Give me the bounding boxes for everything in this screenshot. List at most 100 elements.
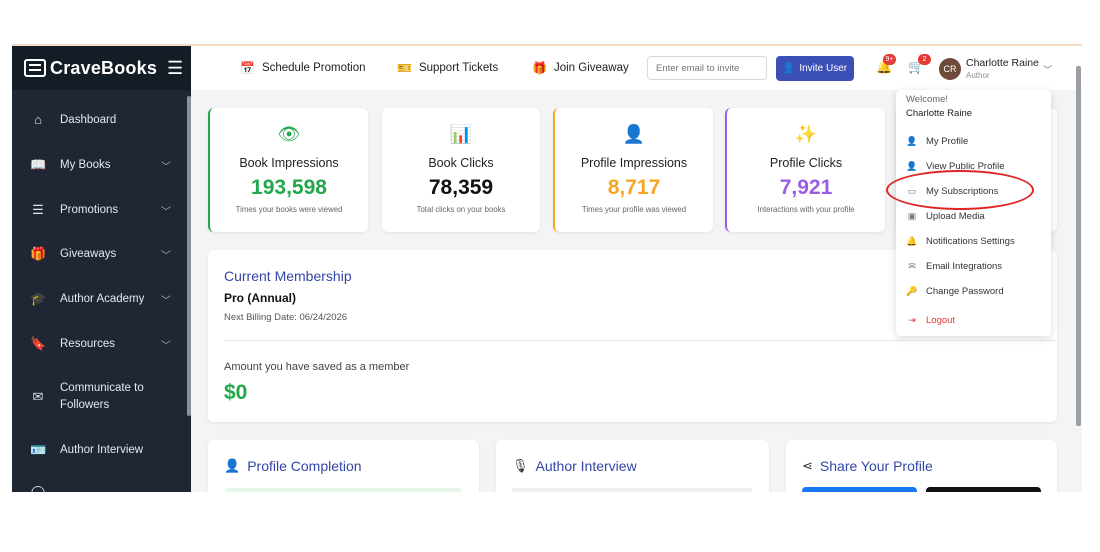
bookmark-icon: 🔖: [30, 336, 47, 351]
support-tickets-button[interactable]: 🎫 Support Tickets: [397, 61, 498, 75]
stat-card-profile-clicks: ✨ Profile Clicks 7,921 Interactions with…: [725, 108, 885, 232]
sidebar-item-dashboard[interactable]: ⌂ Dashboard: [12, 112, 191, 127]
chevron-down-icon[interactable]: ﹀: [1043, 63, 1052, 76]
stat-value: 8,717: [607, 176, 661, 199]
sidebar-item-label: Resources: [60, 338, 115, 350]
sidebar-item-label-wrap: Communicate to Followers: [60, 380, 144, 414]
main-scrollbar[interactable]: [1076, 66, 1081, 426]
x-share-button[interactable]: [926, 487, 1041, 492]
stat-value: 78,359: [428, 176, 494, 199]
menu-item-change-password[interactable]: 🔑 Change Password: [906, 286, 1004, 297]
divider: [224, 340, 1057, 341]
eye-icon: 👁: [277, 124, 301, 144]
sidebar-item-label: Author Interview: [60, 444, 144, 456]
stat-card-book-impressions: 👁 Book Impressions 193,598 Times your bo…: [208, 108, 368, 232]
join-giveaway-label: Join Giveaway: [553, 62, 629, 74]
stat-label: Profile Impressions: [580, 156, 688, 170]
key-icon: 🔑: [906, 286, 918, 296]
circle-icon: ◯: [30, 484, 46, 492]
chevron-down-icon: ﹀: [161, 250, 171, 262]
user-icon: 👤: [622, 124, 646, 144]
membership-plan: Pro (Annual): [224, 291, 296, 305]
sidebar-item-label: Communicate to: [60, 382, 144, 394]
dropdown-welcome: Welcome!: [906, 94, 949, 105]
user-name[interactable]: Charlotte Raine: [966, 57, 1039, 69]
profile-completion-label: Profile Completion: [247, 458, 362, 474]
stat-subtext: Interactions with your profile: [757, 205, 855, 214]
sidebar-item-author-interview[interactable]: 🪪 Author Interview: [12, 442, 191, 458]
sidebar-item-promotions[interactable]: ☰ Promotions ﹀: [12, 202, 191, 218]
invite-user-button[interactable]: 👤 Invite User: [776, 56, 854, 81]
ticket-icon: 🎫: [397, 61, 412, 75]
menu-item-notifications-settings[interactable]: 🔔 Notifications Settings: [906, 236, 1014, 247]
stat-subtext: Total clicks on your books: [416, 205, 506, 214]
cravebooks-logo-icon: [24, 59, 46, 77]
author-interview-title: 🎙 Author Interview: [512, 458, 637, 474]
chevron-down-icon: ﹀: [161, 295, 171, 307]
author-interview-label: Author Interview: [535, 458, 637, 474]
graduation-cap-icon: 🎓: [30, 291, 47, 306]
menu-item-upload-media[interactable]: ▣ Upload Media: [906, 211, 985, 222]
sidebar-scrollbar[interactable]: [187, 96, 191, 416]
sidebar-item-label: My Books: [60, 159, 111, 171]
stat-label: Book Impressions: [239, 156, 339, 170]
user-dropdown-menu: Welcome! Charlotte Raine 👤 My Profile 👤 …: [896, 90, 1051, 336]
id-card-icon: 🪪: [30, 442, 47, 457]
calendar-icon: 📅: [240, 61, 255, 75]
invite-user-label: Invite User: [799, 63, 848, 74]
dropdown-user-name: Charlotte Raine: [906, 108, 973, 119]
logout-icon: ⇥: [908, 315, 916, 325]
stat-card-profile-impressions: 👤 Profile Impressions 8,717 Times your p…: [553, 108, 713, 232]
mail-icon: ✉: [908, 261, 916, 271]
profile-completion-bar: [224, 488, 462, 492]
user-icon: 👤: [906, 136, 918, 146]
sidebar-item-author-academy[interactable]: 🎓 Author Academy ﹀: [12, 291, 191, 307]
chevron-down-icon: ﹀: [161, 161, 171, 173]
menu-item-label: My Profile: [926, 136, 969, 147]
interview-bar: [512, 488, 752, 492]
notifications-badge: 9+: [883, 54, 896, 65]
bar-chart-icon: 📊: [449, 124, 473, 144]
invite-email-input[interactable]: [647, 56, 767, 80]
stat-value: 193,598: [251, 176, 327, 199]
stat-subtext: Times your books were viewed: [235, 205, 343, 214]
add-user-icon: 👤: [782, 63, 796, 74]
saved-value: $0: [224, 381, 248, 404]
saved-label: Amount you have saved as a member: [224, 361, 410, 373]
share-profile-label: Share Your Profile: [819, 458, 933, 474]
chevron-down-icon: ﹀: [161, 206, 171, 218]
menu-item-my-profile[interactable]: 👤 My Profile: [906, 136, 968, 147]
stat-subtext: Times your profile was viewed: [581, 205, 687, 214]
stat-label: Book Clicks: [428, 156, 494, 170]
menu-item-email-integrations[interactable]: ✉ Email Integrations: [906, 261, 1002, 272]
menu-item-label: Logout: [926, 315, 956, 326]
app-window: CraveBooks ☰ ⌂ Dashboard 📖 My Books ﹀ ☰ …: [12, 44, 1082, 492]
brand-name[interactable]: CraveBooks: [50, 58, 157, 79]
sidebar-item-label: Author Academy: [60, 293, 145, 305]
profile-completion-title: 👤 Profile Completion: [224, 458, 362, 474]
profile-completion-card: 👤 Profile Completion: [208, 440, 479, 492]
facebook-share-button[interactable]: [802, 487, 917, 492]
hamburger-menu-icon[interactable]: ☰: [167, 58, 183, 79]
menu-item-label: Change Password: [926, 286, 1004, 297]
sidebar-item-my-books[interactable]: 📖 My Books ﹀: [12, 157, 191, 173]
sidebar-item-label: Promotions: [60, 204, 119, 216]
share-profile-card: ⋖ Share Your Profile: [786, 440, 1057, 492]
top-header: 📅 Schedule Promotion 🎫 Support Tickets 🎁…: [191, 46, 1082, 90]
sidebar-item-resources[interactable]: 🔖 Resources ﹀: [12, 336, 191, 352]
author-interview-card: 🎙 Author Interview: [496, 440, 769, 492]
image-icon: ▣: [907, 211, 917, 221]
chevron-down-icon: ﹀: [161, 340, 171, 352]
join-giveaway-button[interactable]: 🎁 Join Giveaway: [532, 61, 629, 75]
share-icon: ⋖: [802, 458, 813, 473]
sidebar-item-giveaways[interactable]: 🎁 Giveaways ﹀: [12, 246, 191, 262]
sidebar-item-communicate[interactable]: ✉ Communicate to Followers: [12, 380, 191, 414]
avatar[interactable]: CR: [939, 58, 961, 80]
stat-label: Profile Clicks: [769, 156, 843, 170]
user-role: Author: [966, 71, 990, 80]
sidebar-item-partial[interactable]: ◯: [12, 484, 191, 492]
schedule-promotion-button[interactable]: 📅 Schedule Promotion: [240, 61, 366, 75]
menu-item-label: Upload Media: [926, 211, 985, 222]
user-icon: 👤: [906, 161, 918, 171]
menu-item-logout[interactable]: ⇥ Logout: [906, 315, 955, 326]
